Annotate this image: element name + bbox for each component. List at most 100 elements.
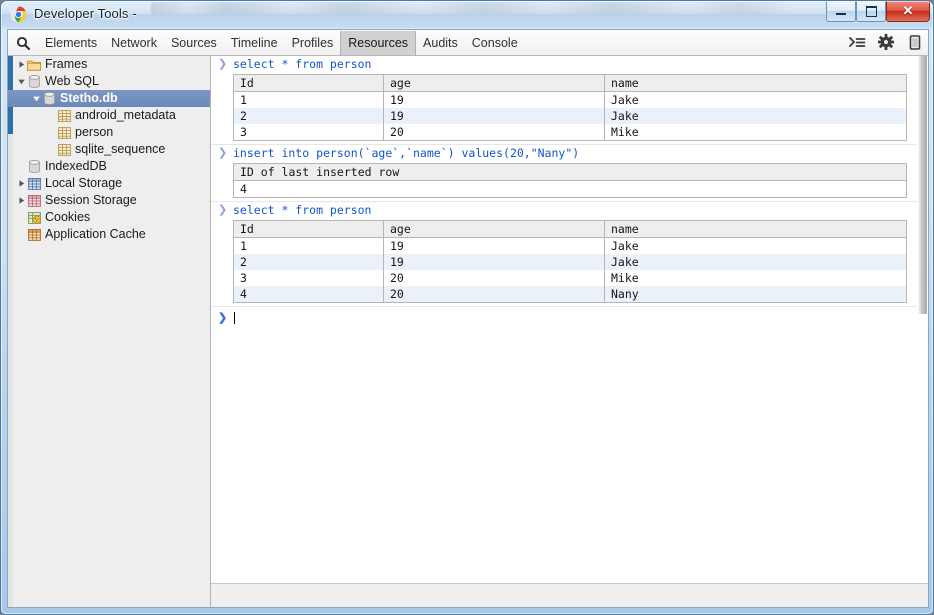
sidebar-item-label: android_metadata [75,108,176,122]
tab-console[interactable]: Console [465,31,525,55]
result-table: Id age name 1 19 Jake 2 19 Jake 3 20 Mike 4 20 Nany [233,220,907,303]
close-button[interactable]: ✕ [886,1,930,22]
table-row[interactable]: 2 19 Jake [233,254,907,270]
table-cell: 1 [233,91,384,108]
table-cell: 19 [383,237,605,254]
table-header-row: Id age name [233,74,907,92]
table-cell: 3 [233,270,384,286]
console-command-text: select * from person [233,203,372,217]
sidebar-item-indexeddb[interactable]: IndexedDB [8,158,210,175]
table-cell: Nany [604,286,907,303]
tab-network[interactable]: Network [104,31,164,55]
sidebar-item-label: Frames [45,57,88,71]
devtools-client-area: Elements Network Sources Timeline Profiles Re… [7,29,929,608]
sidebar-item-sqlite-sequence[interactable]: sqlite_sequence [8,141,210,158]
dock-side-icon[interactable] [906,33,924,51]
table-icon [57,143,71,157]
prompt-icon: ❯ [218,147,228,159]
devtools-tabs: Elements Network Sources Timeline Profiles Re… [38,30,525,55]
toolbar-right-icons [848,30,924,54]
sidebar-item-person[interactable]: person [8,124,210,141]
tab-timeline[interactable]: Timeline [224,31,285,55]
prompt-icon: ❯ [218,204,228,216]
table-row[interactable]: 4 20 Nany [233,286,907,303]
console-command[interactable]: ❯ select * from person [211,202,928,219]
entry-divider [211,306,928,307]
column-header[interactable]: Id [233,74,384,92]
column-header[interactable]: ID of last inserted row [233,163,907,181]
sidebar-item-cookies[interactable]: Cookies [8,209,210,226]
window-titlebar: Developer Tools - ✕ [1,1,933,28]
sidebar-item-web-sql[interactable]: Web SQL [8,73,210,90]
chevron-down-icon[interactable] [31,93,42,104]
table-header-row: ID of last inserted row [233,163,907,181]
devtools-panes: Frames Web SQL Stetho.db android_metadatape… [8,56,928,607]
console-output: ❯ select * from person Id age name 1 19 Jake 2 19… [211,56,928,583]
table-row[interactable]: 1 19 Jake [233,91,907,108]
chevron-down-icon[interactable] [16,76,27,87]
console-drawer-icon[interactable] [848,33,866,51]
table-cell: Jake [604,254,907,270]
minimize-icon [827,1,855,21]
search-icon[interactable] [8,31,38,55]
session-storage-icon [27,194,41,208]
console-command-text: insert into person(`age`,`name`) values(… [233,146,580,160]
tab-resources[interactable]: Resources [340,30,417,55]
sidebar-item-local-storage[interactable]: Local Storage [8,175,210,192]
database-icon [42,92,56,106]
chevron-right-icon[interactable] [16,178,27,189]
console-command[interactable]: ❯ select * from person [211,56,928,73]
tab-sources[interactable]: Sources [164,31,224,55]
minimize-button[interactable] [826,1,856,22]
table-row[interactable]: 1 19 Jake [233,237,907,254]
table-row[interactable]: 4 [234,181,907,198]
console-input-line[interactable]: ❯ [211,310,928,327]
table-cell: 1 [233,237,384,254]
folder-icon [27,58,41,72]
chrome-icon [10,6,27,23]
table-row[interactable]: 2 19 Jake [233,108,907,124]
sidebar-item-stetho-db[interactable]: Stetho.db [8,90,210,107]
sidebar-item-android-metadata[interactable]: android_metadata [8,107,210,124]
chevron-right-icon[interactable] [16,195,27,206]
sidebar-item-label: Session Storage [45,193,137,207]
table-row[interactable]: 3 20 Mike [233,270,907,286]
prompt-icon: ❯ [218,58,228,70]
sidebar-item-session-storage[interactable]: Session Storage [8,192,210,209]
close-icon: ✕ [902,3,914,18]
console-entry: ❯ select * from person Id age name 1 19 Jake 2 19… [211,56,928,145]
column-header[interactable]: age [383,220,605,238]
sidebar-item-label: Application Cache [45,227,146,241]
table-header-row: Id age name [233,220,907,238]
table-row[interactable]: 3 20 Mike [233,124,907,141]
table-cell: 3 [233,124,384,141]
sidebar-item-frames[interactable]: Frames [8,56,210,73]
sidebar-item-label: IndexedDB [45,159,107,173]
content-scrollbar-thumb[interactable] [918,56,927,314]
column-header[interactable]: age [383,74,605,92]
tab-elements[interactable]: Elements [38,31,104,55]
cookies-icon [27,211,41,225]
table-cell: 4 [240,182,247,196]
settings-gear-icon[interactable] [877,33,895,51]
table-cell: Mike [611,271,639,285]
table-icon [57,126,71,140]
tab-profiles[interactable]: Profiles [285,31,341,55]
column-header[interactable]: Id [233,220,384,238]
column-header[interactable]: name [604,220,907,238]
sidebar-item-application-cache[interactable]: Application Cache [8,226,210,243]
column-header[interactable]: name [604,74,907,92]
content-scrollbar[interactable] [917,56,928,583]
table-cell: 20 [383,270,605,286]
websql-console-panel: ❯ select * from person Id age name 1 19 Jake 2 19… [211,56,928,607]
resources-sidebar: Frames Web SQL Stetho.db android_metadatape… [8,56,211,607]
console-command[interactable]: ❯ insert into person(`age`,`name`) values… [211,145,928,162]
console-command-text: select * from person [233,57,372,71]
table-cell: 19 [383,254,605,270]
tab-audits[interactable]: Audits [416,31,465,55]
chevron-right-icon[interactable] [16,59,27,70]
maximize-button[interactable] [856,1,886,22]
